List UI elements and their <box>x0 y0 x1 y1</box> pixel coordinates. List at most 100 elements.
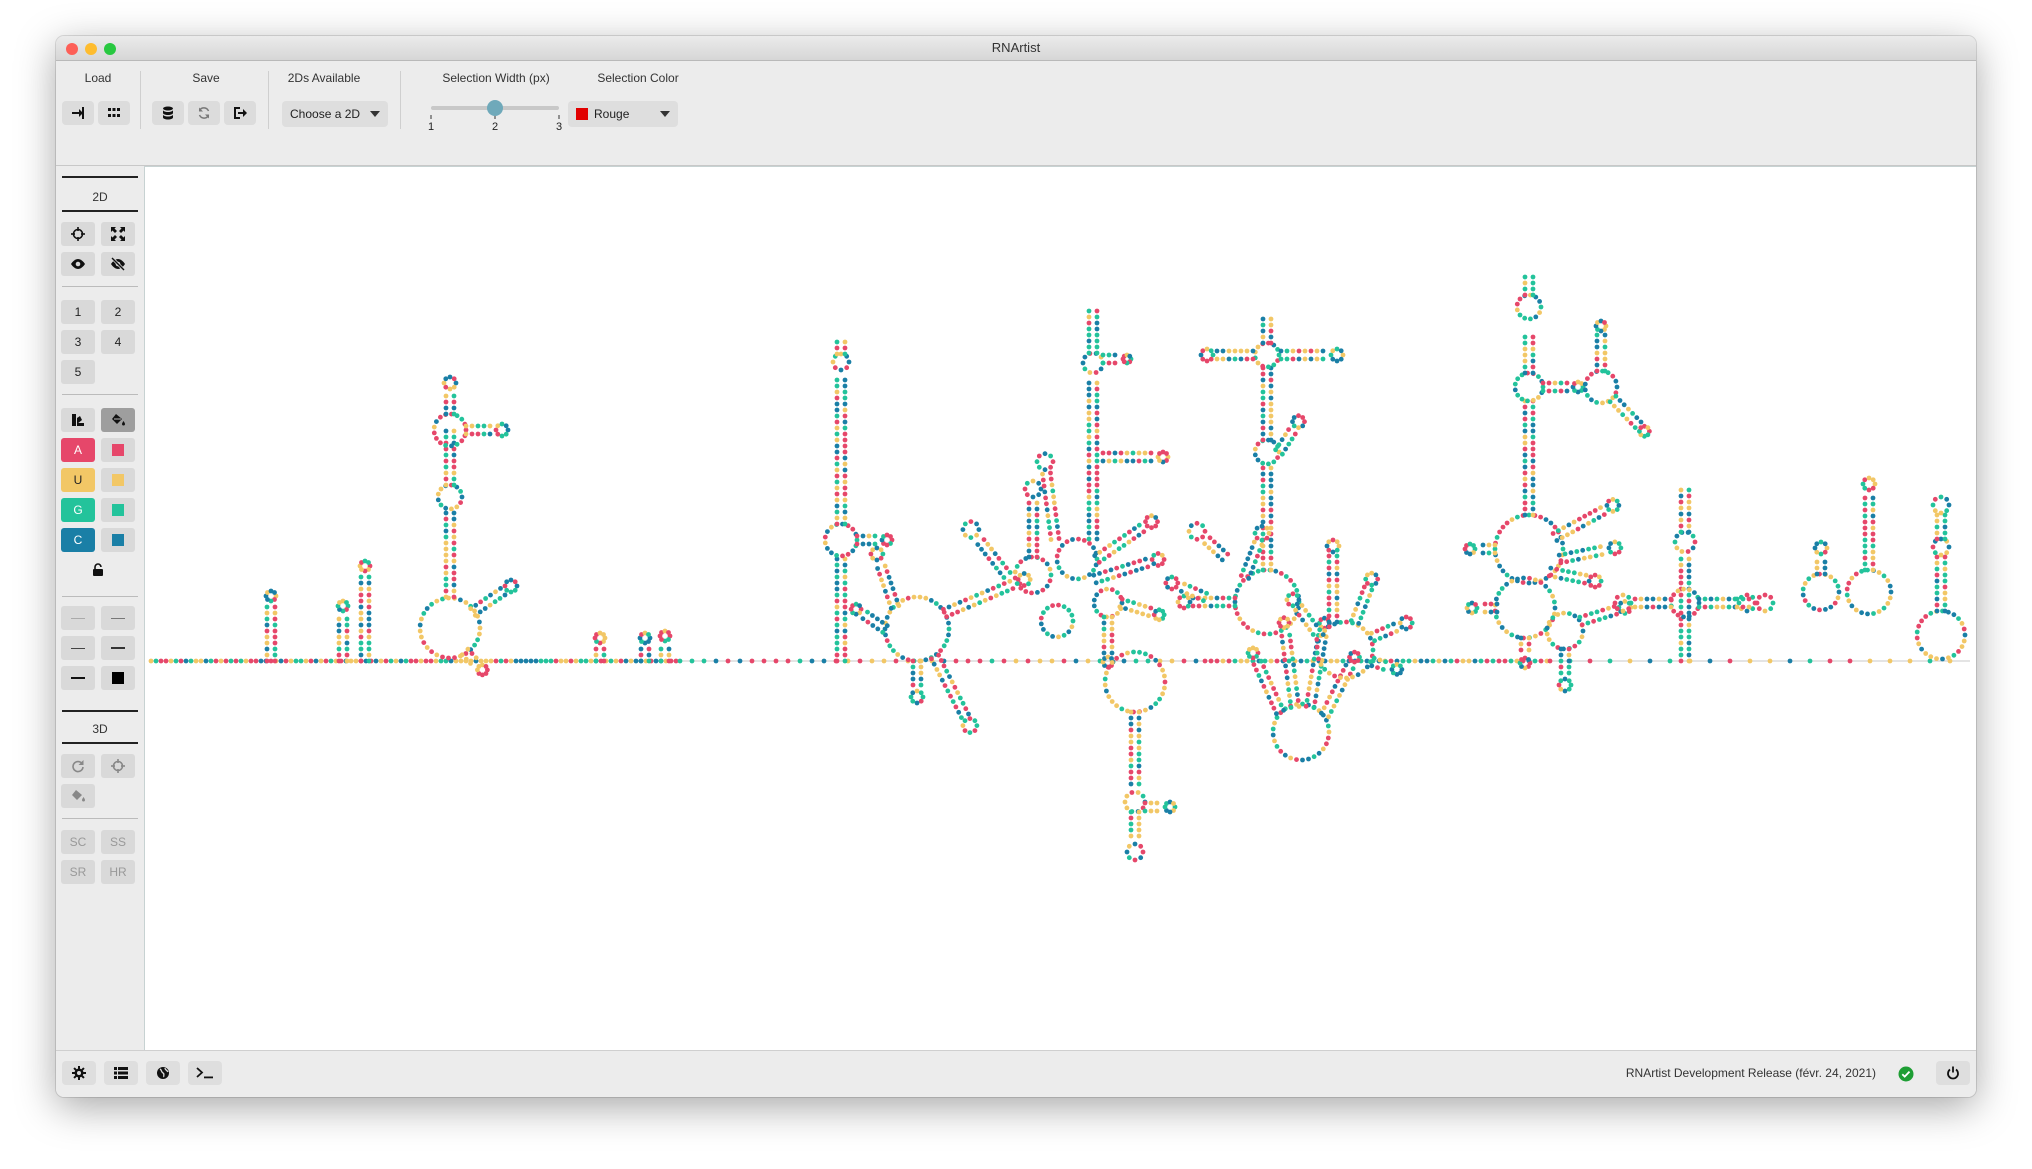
nucleotide[interactable] <box>1274 744 1280 749</box>
nucleotide[interactable] <box>1530 506 1536 512</box>
nucleotide[interactable] <box>168 658 174 664</box>
nucleotide[interactable] <box>1355 651 1361 656</box>
nucleotide[interactable] <box>1754 600 1760 606</box>
nucleotide[interactable] <box>1674 545 1680 551</box>
nucleotide[interactable] <box>1586 520 1591 526</box>
nucleotide[interactable] <box>666 652 672 658</box>
nucleotide[interactable] <box>1558 664 1564 670</box>
nucleotide[interactable] <box>1232 356 1238 362</box>
nucleotide[interactable] <box>1942 566 1948 572</box>
nucleotide[interactable] <box>1061 604 1067 610</box>
nucleotide[interactable] <box>358 652 364 658</box>
nucleotide[interactable] <box>1208 348 1214 354</box>
nucleotide[interactable] <box>1291 616 1297 622</box>
nucleotide[interactable] <box>1602 356 1608 362</box>
nucleotide[interactable] <box>1334 601 1340 607</box>
nucleotide[interactable] <box>1334 559 1340 565</box>
nucleotide[interactable] <box>1094 518 1100 524</box>
nucleotide[interactable] <box>1862 495 1868 501</box>
nucleotide[interactable] <box>1634 415 1640 421</box>
nucleotide[interactable] <box>628 658 634 664</box>
nucleotide[interactable] <box>1214 595 1220 601</box>
nucleotide[interactable] <box>658 646 664 652</box>
nucleotide[interactable] <box>1388 658 1394 664</box>
nucleotide[interactable] <box>972 728 978 733</box>
nucleotide[interactable] <box>388 658 394 664</box>
nucleotide[interactable] <box>1806 576 1812 582</box>
nucleotide[interactable] <box>1030 494 1036 500</box>
nucleotide[interactable] <box>1367 593 1372 598</box>
nucleotide[interactable] <box>888 580 894 586</box>
nucleotide[interactable] <box>842 389 848 395</box>
nucleotide[interactable] <box>1812 545 1818 551</box>
nucleotide[interactable] <box>1686 574 1692 580</box>
nucleotide[interactable] <box>880 629 886 635</box>
nucleotide[interactable] <box>1564 388 1570 394</box>
nucleotide[interactable] <box>1522 315 1528 321</box>
nucleotide[interactable] <box>1086 338 1092 344</box>
nucleotide[interactable] <box>822 534 828 540</box>
nucleotide[interactable] <box>451 428 457 434</box>
nucleotide[interactable] <box>1101 626 1107 632</box>
nucleotide[interactable] <box>976 527 982 532</box>
nucleotide[interactable] <box>1118 458 1124 464</box>
nucleotide[interactable] <box>1504 629 1509 635</box>
nucleotide[interactable] <box>469 431 475 437</box>
nucleotide[interactable] <box>443 546 449 552</box>
nucleotide[interactable] <box>366 634 372 640</box>
nucleotide[interactable] <box>1010 586 1016 591</box>
nucleotide[interactable] <box>1607 399 1613 405</box>
nucleotide[interactable] <box>1035 590 1040 595</box>
nucleotide[interactable] <box>1522 334 1528 340</box>
focus-3d-button[interactable] <box>101 754 135 778</box>
nucleotide[interactable] <box>1702 604 1708 610</box>
nucleotide[interactable] <box>1070 618 1076 624</box>
nucleotide[interactable] <box>1876 609 1882 614</box>
nucleotide[interactable] <box>1091 545 1096 551</box>
nucleotide[interactable] <box>272 658 278 664</box>
nucleotide[interactable] <box>1686 658 1692 664</box>
nucleotide[interactable] <box>1849 575 1855 581</box>
nucleotide[interactable] <box>842 455 848 461</box>
nucleotide[interactable] <box>512 579 518 585</box>
nucleotide[interactable] <box>1514 301 1520 307</box>
nucleotide[interactable] <box>985 588 991 593</box>
nucleotide[interactable] <box>1522 286 1528 292</box>
nucleotide[interactable] <box>1133 658 1139 664</box>
nucleotide[interactable] <box>689 658 695 664</box>
nucleotide[interactable] <box>1351 612 1356 618</box>
nucleotide[interactable] <box>834 628 840 634</box>
nucleotide[interactable] <box>1273 691 1279 697</box>
nucleotide[interactable] <box>1548 520 1554 526</box>
nucleotide[interactable] <box>971 602 977 608</box>
nucleotide[interactable] <box>1916 623 1922 629</box>
nucleotide[interactable] <box>834 616 840 622</box>
nucleotide[interactable] <box>1522 292 1528 298</box>
nucleotide[interactable] <box>1369 587 1375 593</box>
fit-view-button[interactable] <box>101 222 135 246</box>
web-button[interactable] <box>146 1061 180 1085</box>
nucleotide[interactable] <box>1678 646 1684 652</box>
nucleotide[interactable] <box>1173 576 1179 582</box>
nucleotide[interactable] <box>288 658 294 664</box>
nucleotide[interactable] <box>1338 675 1343 680</box>
nucleotide[interactable] <box>1148 605 1154 611</box>
nucleotide[interactable] <box>1194 536 1200 542</box>
nucleotide[interactable] <box>1268 334 1274 340</box>
nucleotide[interactable] <box>419 634 424 640</box>
nucleotide[interactable] <box>1185 603 1191 609</box>
paint-3d-button[interactable] <box>61 784 95 808</box>
nucleotide[interactable] <box>1602 368 1608 374</box>
nucleotide[interactable] <box>905 595 911 601</box>
nucleotide[interactable] <box>1530 286 1536 292</box>
nucleotide[interactable] <box>1942 590 1948 596</box>
nucleotide[interactable] <box>1255 360 1261 366</box>
nucleotide[interactable] <box>1101 650 1107 656</box>
nucleotide[interactable] <box>1111 549 1117 555</box>
nucleotide[interactable] <box>1496 620 1502 625</box>
nucleotide[interactable] <box>1612 600 1618 606</box>
nucleotide[interactable] <box>1862 555 1868 561</box>
nucleotide[interactable] <box>1128 757 1134 763</box>
nucleotide[interactable] <box>1086 380 1092 386</box>
nucleotide[interactable] <box>834 592 840 598</box>
